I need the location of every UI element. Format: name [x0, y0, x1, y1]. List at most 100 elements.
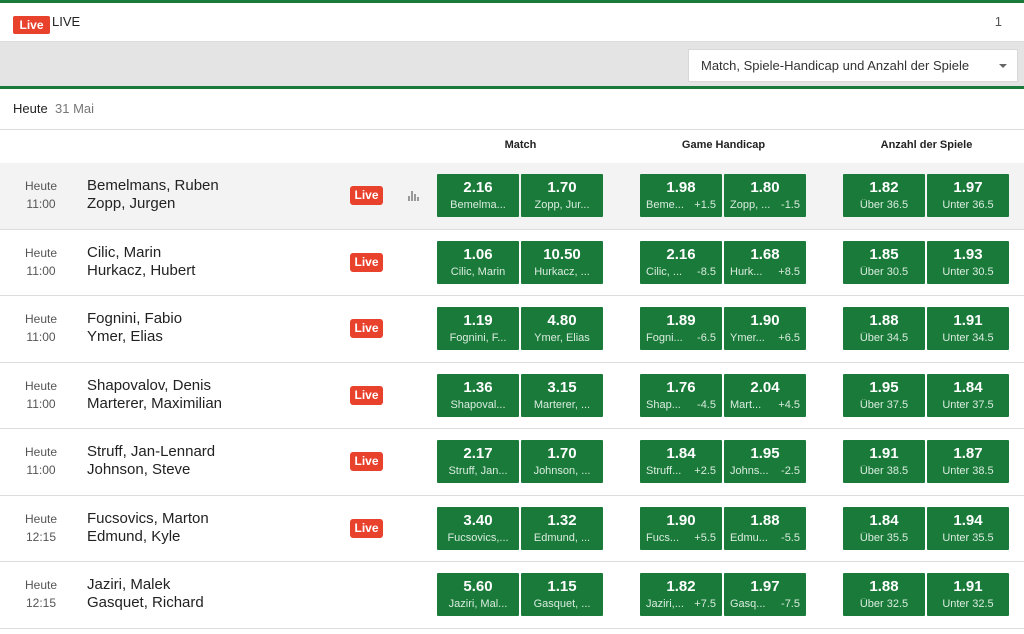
odds-button-match[interactable]: 10.50 Hurkacz, ... [521, 240, 603, 284]
player-away[interactable]: Edmund, Kyle [87, 528, 180, 545]
match-row[interactable]: Heute 11:00 Struff, Jan-Lennard Johnson, St… [0, 429, 1024, 496]
odds-button-total[interactable]: 1.85 Über 30.5 [843, 240, 925, 284]
odds-selection: Beme... [646, 199, 684, 211]
odds-selection: Bemelma... [450, 199, 506, 211]
odds-button-match[interactable]: 3.40 Fucsovics,... [437, 506, 519, 550]
odds-button-total[interactable]: 1.84 Unter 37.5 [927, 373, 1009, 417]
odds-value: 10.50 [543, 245, 581, 263]
match-day: Heute [24, 578, 58, 592]
date-value: 31 Mai [55, 101, 95, 116]
market-filter-bar: Match, Spiele-Handicap und Anzahl der Sp… [0, 42, 1024, 86]
match-row[interactable]: Heute 11:00 Shapovalov, Denis Marterer, Max… [0, 362, 1024, 429]
odds-button-total[interactable]: 1.82 Über 36.5 [843, 174, 925, 217]
odds-value: 1.88 [869, 312, 899, 329]
player-away[interactable]: Zopp, Jurgen [87, 195, 175, 212]
player-home[interactable]: Fucsovics, Marton [87, 510, 209, 527]
odds-button-handicap[interactable]: 1.80 Zopp, ... -1.5 [724, 174, 806, 217]
column-header-handicap: Game Handicap [681, 139, 766, 151]
odds-value: 1.95 [750, 445, 780, 462]
odds-button-handicap[interactable]: 1.90 Fucs... +5.5 [640, 506, 722, 550]
odds-selection: Gasq... [730, 598, 766, 610]
odds-value: 1.90 [750, 312, 780, 329]
odds-button-match[interactable]: 3.15 Marterer, ... [521, 373, 603, 417]
odds-button-match[interactable]: 5.60 Jaziri, Mal... [437, 573, 519, 616]
odds-button-handicap[interactable]: 1.88 Edmu... -5.5 [724, 506, 806, 550]
handicap-line: +7.5 [694, 598, 716, 610]
live-badge: Live [13, 16, 50, 34]
match-day: Heute [24, 245, 58, 260]
player-away[interactable]: Gasquet, Richard [87, 594, 204, 611]
odds-selection: Unter 34.5 [942, 332, 994, 344]
match-row[interactable]: Heute 11:00 Cilic, Marin Hurkacz, Hubert Liv… [0, 229, 1024, 296]
odds-selection: Fucsovics,... [447, 531, 509, 544]
odds-value: 1.80 [750, 179, 780, 196]
match-row[interactable]: Heute 12:15 Fucsovics, Marton Edmund, Kyle L… [0, 495, 1024, 562]
odds-selection: Zopp, ... [730, 199, 771, 211]
odds-button-total[interactable]: 1.91 Über 38.5 [843, 440, 925, 483]
handicap-line: -2.5 [781, 465, 800, 477]
odds-button-match[interactable]: 1.70 Zopp, Jur... [521, 174, 603, 217]
odds-button-match[interactable]: 1.15 Gasquet, ... [521, 573, 603, 616]
player-home[interactable]: Bemelmans, Ruben [87, 177, 219, 194]
odds-button-total[interactable]: 1.88 Über 32.5 [843, 573, 925, 616]
odds-button-handicap[interactable]: 1.89 Fogni... -6.5 [640, 307, 722, 350]
player-home[interactable]: Struff, Jan-Lennard [87, 443, 215, 460]
player-away[interactable]: Hurkacz, Hubert [87, 262, 195, 279]
stats-icon[interactable] [408, 191, 420, 201]
section-title[interactable]: LIVE [52, 14, 80, 29]
odds-button-handicap[interactable]: 1.97 Gasq... -7.5 [724, 573, 806, 616]
odds-button-total[interactable]: 1.94 Unter 35.5 [927, 506, 1009, 550]
player-away[interactable]: Johnson, Steve [87, 461, 190, 478]
odds-button-total[interactable]: 1.84 Über 35.5 [843, 506, 925, 550]
match-row[interactable]: Heute 12:15 Jaziri, Malek Gasquet, Richard 5… [0, 562, 1024, 629]
odds-button-total[interactable]: 1.91 Unter 34.5 [927, 307, 1009, 350]
odds-button-match[interactable]: 1.19 Fognini, F... [437, 307, 519, 350]
odds-button-handicap[interactable]: 1.84 Struff... +2.5 [640, 440, 722, 483]
odds-button-handicap[interactable]: 1.76 Shap... -4.5 [640, 373, 722, 417]
odds-selection: Über 30.5 [859, 265, 909, 278]
odds-selection: Über 36.5 [859, 199, 909, 211]
player-home[interactable]: Shapovalov, Denis [87, 377, 211, 394]
odds-button-total[interactable]: 1.93 Unter 30.5 [927, 240, 1009, 284]
odds-button-total[interactable]: 1.88 Über 34.5 [843, 307, 925, 350]
odds-value: 1.85 [869, 245, 899, 263]
odds-selection: Fognini, F... [449, 332, 507, 344]
player-home[interactable]: Fognini, Fabio [87, 310, 182, 327]
odds-button-match[interactable]: 2.16 Bemelma... [437, 174, 519, 217]
odds-button-match[interactable]: 4.80 Ymer, Elias [521, 307, 603, 350]
player-away[interactable]: Ymer, Elias [87, 328, 163, 345]
handicap-line: +2.5 [694, 465, 716, 477]
odds-value: 1.90 [666, 511, 696, 529]
odds-button-match[interactable]: 1.06 Cilic, Marin [437, 240, 519, 284]
odds-button-match[interactable]: 1.70 Johnson, ... [521, 440, 603, 483]
odds-button-handicap[interactable]: 1.98 Beme... +1.5 [640, 174, 722, 217]
match-list: Heute 11:00 Bemelmans, Ruben Zopp, Jurgen Li… [0, 163, 1024, 629]
odds-button-handicap[interactable]: 1.90 Ymer... +6.5 [724, 307, 806, 350]
odds-button-total[interactable]: 1.91 Unter 32.5 [927, 573, 1009, 616]
odds-button-handicap[interactable]: 1.82 Jaziri,... +7.5 [640, 573, 722, 616]
market-select[interactable]: Match, Spiele-Handicap und Anzahl der Sp… [688, 49, 1018, 82]
match-row[interactable]: Heute 11:00 Fognini, Fabio Ymer, Elias Live 1… [0, 296, 1024, 363]
odds-selection: Unter 38.5 [942, 465, 994, 477]
player-away[interactable]: Marterer, Maximilian [87, 395, 222, 412]
match-row[interactable]: Heute 11:00 Bemelmans, Ruben Zopp, Jurgen Li… [0, 163, 1024, 230]
handicap-line: +4.5 [778, 398, 800, 411]
odds-button-handicap[interactable]: 1.68 Hurk... +8.5 [724, 240, 806, 284]
odds-button-total[interactable]: 1.87 Unter 38.5 [927, 440, 1009, 483]
odds-button-total[interactable]: 1.97 Unter 36.5 [927, 174, 1009, 217]
live-header: Live LIVE 1 [0, 3, 1024, 42]
odds-value: 1.91 [953, 578, 983, 595]
odds-button-match[interactable]: 1.32 Edmund, ... [521, 506, 603, 550]
odds-button-match[interactable]: 1.36 Shapoval... [437, 373, 519, 417]
odds-button-total[interactable]: 1.95 Über 37.5 [843, 373, 925, 417]
match-time: 11:00 [26, 396, 56, 411]
odds-button-handicap[interactable]: 1.95 Johns... -2.5 [724, 440, 806, 483]
odds-value: 1.76 [666, 378, 696, 396]
market-column-headers: Match Game Handicap Anzahl der Spiele [0, 130, 1024, 163]
odds-button-match[interactable]: 2.17 Struff, Jan... [437, 440, 519, 483]
player-home[interactable]: Cilic, Marin [87, 244, 161, 261]
odds-selection: Ymer... [730, 332, 765, 344]
odds-button-handicap[interactable]: 2.16 Cilic, ... -8.5 [640, 240, 722, 284]
odds-button-handicap[interactable]: 2.04 Mart... +4.5 [724, 373, 806, 417]
player-home[interactable]: Jaziri, Malek [87, 576, 170, 593]
